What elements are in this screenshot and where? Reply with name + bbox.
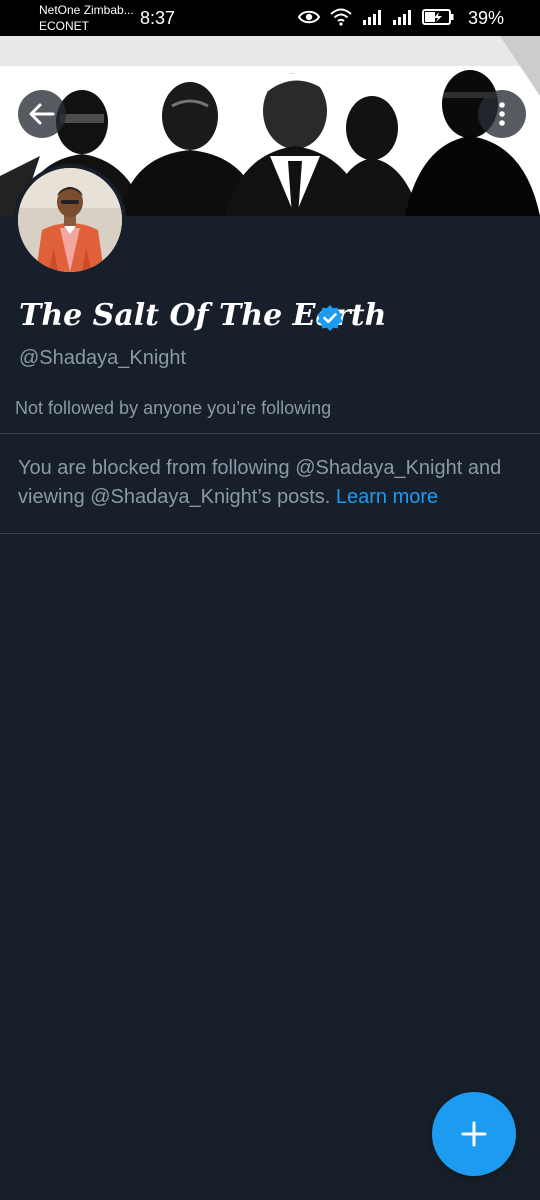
avatar[interactable]	[14, 164, 126, 276]
more-options-button[interactable]	[478, 90, 526, 138]
avatar-image	[18, 168, 122, 272]
back-button[interactable]	[18, 90, 66, 138]
battery-percentage: 39%	[467, 8, 504, 28]
arrow-left-icon	[29, 103, 55, 125]
signal-strength-icon	[363, 10, 381, 25]
status-bar: NetOne Zimbab... ECONET 8:37 39%	[0, 0, 540, 36]
carrier-secondary: ECONET	[39, 19, 90, 33]
carrier-primary: NetOne Zimbab...	[39, 3, 134, 17]
learn-more-link[interactable]: Learn more	[336, 486, 438, 508]
divider	[0, 533, 540, 534]
plus-icon	[461, 1121, 487, 1147]
status-time: 8:37	[140, 8, 176, 28]
eye-icon	[298, 10, 320, 24]
battery-charging-icon	[422, 9, 454, 25]
more-vertical-icon	[499, 102, 505, 126]
profile-page: NetOne Zimbab... ECONET 8:37 39% The Sal…	[0, 0, 540, 1200]
status-icons	[298, 8, 454, 26]
divider	[0, 433, 540, 434]
compose-post-button[interactable]	[432, 1092, 516, 1176]
blocked-notice: You are blocked from following @Shadaya_…	[18, 454, 518, 512]
followers-you-know-note: Not followed by anyone you’re following	[15, 398, 332, 418]
wifi-icon	[330, 8, 352, 26]
signal-strength-icon	[393, 10, 411, 25]
verified-badge-icon	[317, 305, 343, 331]
profile-handle: @Shadaya_Knight	[19, 347, 187, 369]
